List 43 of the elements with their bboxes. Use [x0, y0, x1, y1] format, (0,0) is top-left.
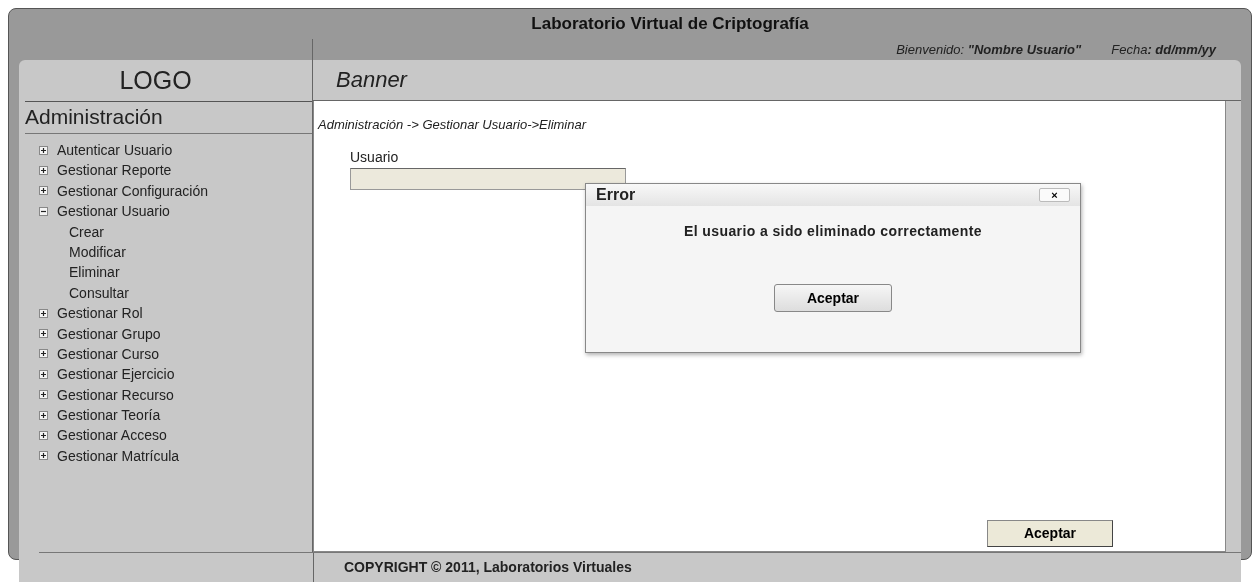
menu-item[interactable]: Gestionar Grupo: [57, 325, 161, 342]
menu-item[interactable]: Gestionar Acceso: [57, 427, 167, 444]
menu-item[interactable]: Autenticar Usuario: [57, 142, 173, 158]
accept-button[interactable]: Aceptar: [774, 284, 892, 312]
banner-text: Banner: [336, 66, 407, 93]
menu-item[interactable]: Gestionar Matrícula: [57, 447, 180, 464]
submenu-item[interactable]: Modificar: [69, 243, 126, 260]
menu-item[interactable]: Gestionar Curso: [57, 345, 159, 362]
input-field[interactable]: [350, 167, 626, 190]
expand-icon[interactable]: [39, 451, 48, 461]
site-title: Laboratorio Virtual de Criptografía: [531, 14, 809, 34]
expand-icon[interactable]: [39, 165, 48, 175]
menu-item[interactable]: Gestionar Rol: [57, 305, 143, 322]
dialog-title: Error: [596, 186, 636, 204]
breadcrumb: Administración -> Gestionar Usuario->Eliminar: [318, 117, 587, 133]
expand-icon[interactable]: [39, 410, 48, 420]
expand-icon[interactable]: [39, 349, 48, 359]
logo-text: LOGO: [119, 65, 193, 95]
menu-item[interactable]: Gestionar Reporte: [57, 162, 172, 179]
expand-icon[interactable]: [39, 145, 48, 155]
expand-icon[interactable]: [39, 329, 48, 339]
submenu-item[interactable]: Consultar: [69, 284, 129, 301]
menu-item[interactable]: Gestionar Recurso: [57, 386, 174, 403]
sidebar-title: Administración: [25, 105, 163, 130]
expand-icon[interactable]: [39, 369, 48, 379]
accept-button[interactable]: Aceptar: [987, 519, 1113, 547]
expand-icon[interactable]: [39, 390, 48, 400]
menu-item[interactable]: Gestionar Configuración: [57, 182, 208, 199]
menu-item[interactable]: Gestionar Usuario: [57, 203, 170, 220]
submenu-item[interactable]: Crear: [69, 223, 104, 240]
copyright-text: COPYRIGHT © 2011, Laboratorios Virtuales: [344, 559, 632, 576]
submenu-item[interactable]: Eliminar: [69, 264, 120, 281]
expand-icon[interactable]: [39, 308, 48, 318]
expand-icon[interactable]: [39, 431, 48, 440]
menu-item[interactable]: Gestionar Ejercicio: [57, 366, 175, 383]
collapse-icon[interactable]: [39, 206, 48, 216]
date-text: Fecha: dd/mm/yy: [1111, 42, 1216, 57]
welcome-text: Bienvenido: "Nombre Usuario": [896, 42, 1082, 57]
dialog-message: El usuario a sido eliminado correctamente: [683, 223, 982, 239]
expand-icon[interactable]: [39, 186, 48, 196]
field-label: Usuario: [350, 148, 400, 165]
close-button[interactable]: ×: [1039, 188, 1070, 202]
menu-item[interactable]: Gestionar Teoría: [57, 407, 161, 424]
